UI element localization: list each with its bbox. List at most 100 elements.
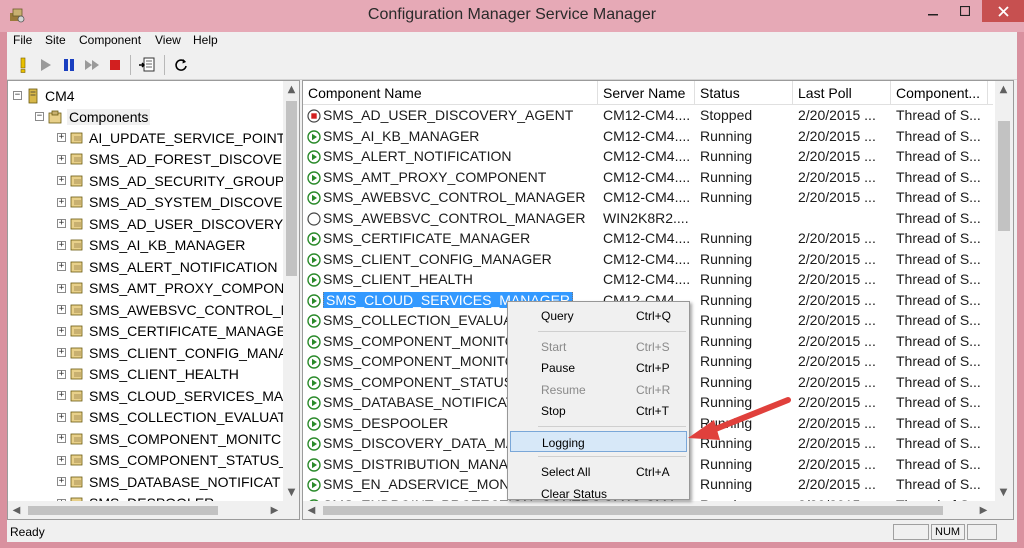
column-header-last-poll[interactable]: Last Poll xyxy=(793,81,891,105)
column-header-server-name[interactable]: Server Name xyxy=(598,81,695,105)
tree-item[interactable]: + SMS_CLIENT_CONFIG_MANA xyxy=(57,342,287,363)
resume-button[interactable] xyxy=(81,54,103,76)
tree-item[interactable]: + SMS_DATABASE_NOTIFICAT xyxy=(57,471,280,492)
expand-icon[interactable]: + xyxy=(57,477,66,486)
refresh-button[interactable] xyxy=(170,54,192,76)
menu-item-resume[interactable]: Resume Ctrl+R xyxy=(510,379,687,400)
expand-icon[interactable]: + xyxy=(57,219,66,228)
collapse-icon[interactable]: − xyxy=(13,91,22,100)
tree-vscroll-thumb[interactable] xyxy=(286,101,297,276)
table-row[interactable]: SMS_CLIENT_CONFIG_MANAGER CM12-CM4.... Run… xyxy=(303,250,993,271)
menu-item-pause[interactable]: Pause Ctrl+P xyxy=(510,357,687,378)
maximize-icon xyxy=(960,6,970,16)
minimize-button[interactable] xyxy=(918,0,948,22)
tree-item[interactable]: + SMS_CERTIFICATE_MANAGE xyxy=(57,321,286,342)
menu-item-query[interactable]: Query Ctrl+Q xyxy=(510,305,687,326)
tree-horizontal-scrollbar[interactable]: ◀ ▶ xyxy=(8,501,299,519)
component-type-cell: Thread of S... xyxy=(896,230,981,246)
tree-hscroll-thumb[interactable] xyxy=(28,506,218,515)
expand-icon[interactable]: + xyxy=(57,240,66,250)
scroll-left-icon[interactable]: ◀ xyxy=(8,502,25,519)
tree-item[interactable]: + SMS_AD_SECURITY_GROUP_ xyxy=(57,170,292,191)
pause-button[interactable] xyxy=(58,54,80,76)
table-row[interactable]: SMS_AWEBSVC_CONTROL_MANAGER WIN2K8R2.... T… xyxy=(303,209,993,230)
title-bar[interactable]: Configuration Manager Service Manager xyxy=(0,0,1024,32)
tree-item[interactable]: + SMS_AMT_PROXY_COMPON xyxy=(57,278,284,299)
table-row[interactable]: SMS_CERTIFICATE_MANAGER CM12-CM4.... Runni… xyxy=(303,229,993,250)
tree-item[interactable]: + SMS_AD_USER_DISCOVERY_ xyxy=(57,213,291,234)
tree-item[interactable]: + SMS_AD_FOREST_DISCOVER xyxy=(57,149,292,170)
list-hscroll-thumb[interactable] xyxy=(323,506,943,515)
tree-item[interactable]: + AI_UPDATE_SERVICE_POINT xyxy=(57,127,285,148)
scroll-left-icon[interactable]: ◀ xyxy=(303,502,320,519)
logging-button[interactable] xyxy=(136,54,158,76)
list-horizontal-scrollbar[interactable]: ◀ ▶ xyxy=(303,501,1013,519)
expand-icon[interactable]: + xyxy=(57,455,66,465)
close-button[interactable] xyxy=(982,0,1024,22)
expand-icon[interactable]: + xyxy=(57,434,66,443)
table-row[interactable]: SMS_AMT_PROXY_COMPONENT CM12-CM4.... Runni… xyxy=(303,168,993,189)
scroll-down-icon[interactable]: ▼ xyxy=(995,484,1012,501)
tree-components-folder[interactable]: − Components xyxy=(35,106,151,127)
tree-item[interactable]: + SMS_COLLECTION_EVALUAT xyxy=(57,407,286,428)
table-row[interactable]: SMS_AWEBSVC_CONTROL_MANAGER CM12-CM4.... R… xyxy=(303,188,993,209)
tree-item[interactable]: + SMS_AI_KB_MANAGER xyxy=(57,235,245,256)
running-icon xyxy=(307,437,321,451)
scroll-right-icon[interactable]: ▶ xyxy=(975,502,992,519)
scroll-up-icon[interactable]: ▲ xyxy=(995,81,1012,98)
maximize-button[interactable] xyxy=(950,0,980,22)
menu-site[interactable]: Site xyxy=(45,33,66,47)
expand-icon[interactable]: + xyxy=(57,369,66,379)
expand-icon[interactable]: + xyxy=(57,391,66,400)
table-row[interactable]: SMS_AD_USER_DISCOVERY_AGENT CM12-CM4.... S… xyxy=(303,106,993,127)
tree-item[interactable]: + SMS_AD_SYSTEM_DISCOVER xyxy=(57,192,293,213)
query-button[interactable] xyxy=(12,54,34,76)
column-header-component-name[interactable]: Component Name xyxy=(303,81,598,105)
stop-button[interactable] xyxy=(104,54,126,76)
scroll-right-icon[interactable]: ▶ xyxy=(266,502,283,519)
tree-item[interactable]: + SMS_ALERT_NOTIFICATION xyxy=(57,256,278,277)
tree-vertical-scrollbar[interactable]: ▲ ▼ xyxy=(283,81,299,501)
table-row[interactable]: SMS_ALERT_NOTIFICATION CM12-CM4.... Runnin… xyxy=(303,147,993,168)
scroll-down-icon[interactable]: ▼ xyxy=(283,484,299,501)
menu-help[interactable]: Help xyxy=(193,33,218,47)
scroll-up-icon[interactable]: ▲ xyxy=(283,81,299,98)
menu-item-clear-status[interactable]: Clear Status xyxy=(510,483,687,504)
expand-icon[interactable]: + xyxy=(57,133,66,142)
expand-icon[interactable]: + xyxy=(57,305,66,314)
menu-component[interactable]: Component xyxy=(79,33,141,47)
tree-item[interactable]: + SMS_COMPONENT_MONITC xyxy=(57,428,281,449)
component-type-cell: Thread of S... xyxy=(896,455,981,472)
menu-item-stop[interactable]: Stop Ctrl+T xyxy=(510,400,687,421)
tree-root[interactable]: − CM4 xyxy=(13,85,75,106)
menu-item-shortcut: Ctrl+P xyxy=(636,361,670,375)
component-tree[interactable]: − CM4 − Components + AI_UPDATE_SERVICE_PO… xyxy=(7,80,300,520)
collapse-icon[interactable]: − xyxy=(35,112,44,121)
menu-file[interactable]: File xyxy=(13,33,32,47)
start-button[interactable] xyxy=(35,54,57,76)
expand-icon[interactable]: + xyxy=(57,283,66,293)
list-vertical-scrollbar[interactable]: ▲ ▼ xyxy=(995,81,1013,501)
tree-item[interactable]: + SMS_CLOUD_SERVICES_MAN xyxy=(57,385,293,406)
menu-item-start[interactable]: Start Ctrl+S xyxy=(510,336,687,357)
column-header-component-type[interactable]: Component... xyxy=(891,81,988,105)
expand-icon[interactable]: + xyxy=(57,348,66,357)
tree-item[interactable]: + SMS_COMPONENT_STATUS_ xyxy=(57,450,287,471)
expand-icon[interactable]: + xyxy=(57,197,66,207)
table-row[interactable]: SMS_AI_KB_MANAGER CM12-CM4.... Running 2/20… xyxy=(303,127,993,148)
expand-icon[interactable]: + xyxy=(57,412,66,422)
tree-item[interactable]: + SMS_CLIENT_HEALTH xyxy=(57,364,239,385)
menu-item-logging[interactable]: Logging xyxy=(510,430,687,452)
menu-view[interactable]: View xyxy=(155,33,181,47)
expand-icon[interactable]: + xyxy=(57,326,66,336)
column-header-status[interactable]: Status xyxy=(695,81,793,105)
tree-item[interactable]: + SMS_AWEBSVC_CONTROL_M xyxy=(57,299,292,320)
table-row[interactable]: SMS_CLIENT_HEALTH CM12-CM4.... Running 2/20… xyxy=(303,270,993,291)
expand-icon[interactable]: + xyxy=(57,262,66,271)
list-vscroll-thumb[interactable] xyxy=(998,121,1010,231)
expand-icon[interactable]: + xyxy=(57,176,66,185)
toolbar xyxy=(7,50,1017,80)
expand-icon[interactable]: + xyxy=(57,154,66,164)
menu-item-select-all[interactable]: Select All Ctrl+A xyxy=(510,461,687,482)
menu-item-shortcut: Ctrl+T xyxy=(636,404,669,418)
